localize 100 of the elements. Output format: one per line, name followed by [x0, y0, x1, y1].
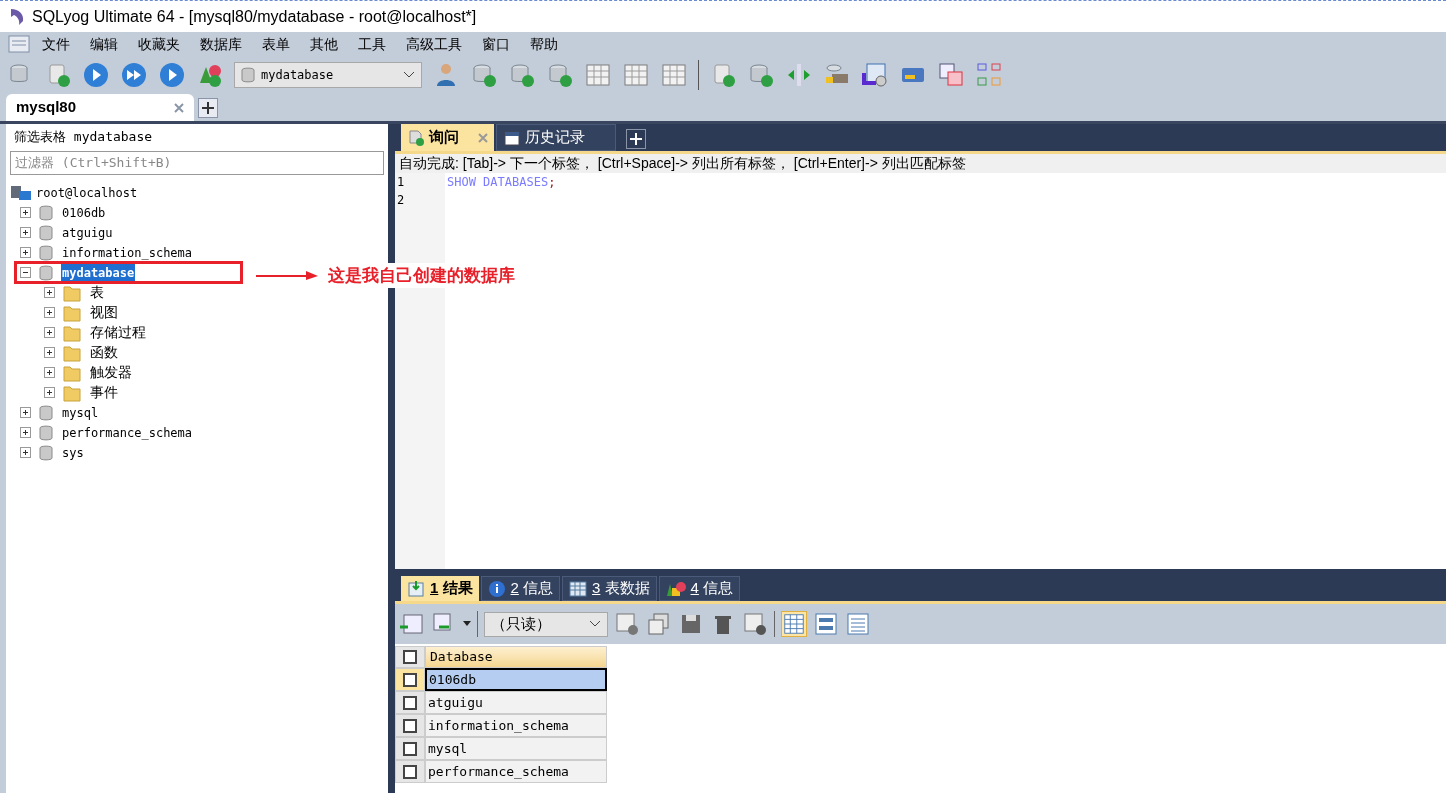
- menu-item[interactable]: 帮助: [522, 33, 566, 55]
- tables-icon[interactable]: [937, 61, 965, 89]
- menu-item[interactable]: 其他: [302, 33, 346, 55]
- table-icon: [569, 579, 588, 598]
- tree-item[interactable]: performance_schema: [61, 423, 194, 442]
- filter-field[interactable]: 过滤器 (Ctrl+Shift+B): [10, 150, 384, 175]
- server-icon: [10, 183, 32, 202]
- query-tab[interactable]: 历史记录: [496, 124, 616, 151]
- window-title: SQLyog Ultimate 64 - [mysql80/mydatabase - root@localhost*]: [32, 6, 477, 27]
- checkbox[interactable]: [403, 695, 417, 710]
- tree-item[interactable]: 函数: [89, 342, 119, 363]
- tree-root[interactable]: root@localhost: [36, 183, 138, 202]
- expand-icon[interactable]: [20, 407, 31, 418]
- folder-icon: [63, 363, 81, 382]
- folder-icon: [63, 343, 81, 362]
- close-icon[interactable]: [174, 102, 184, 113]
- add-tab-button[interactable]: [626, 129, 646, 149]
- tree-item[interactable]: 视图: [89, 302, 119, 323]
- mode-dropdown[interactable]: （只读）: [484, 611, 608, 637]
- execute-edit-icon[interactable]: [158, 61, 186, 89]
- tree-item[interactable]: sys: [61, 443, 85, 462]
- database-icon: [39, 444, 53, 461]
- database-icon: [39, 424, 53, 441]
- expand-icon[interactable]: [20, 447, 31, 458]
- execute-icon[interactable]: [82, 61, 110, 89]
- row-header[interactable]: [395, 760, 425, 783]
- table-cell[interactable]: mysql: [425, 737, 607, 760]
- database-icon: [39, 404, 53, 421]
- checkbox[interactable]: [403, 672, 417, 687]
- table-cell[interactable]: information_schema: [425, 714, 607, 737]
- result-tab[interactable]: 3 表数据: [562, 576, 657, 601]
- sql-keyword: SHOW DATABASES: [447, 175, 549, 189]
- database-dropdown[interactable]: mydatabase: [234, 62, 422, 88]
- tree-item[interactable]: 事件: [89, 382, 119, 403]
- add-tab-button[interactable]: [198, 98, 218, 118]
- menu-item[interactable]: 高级工具: [398, 33, 470, 55]
- tree-item[interactable]: mysql: [61, 403, 100, 422]
- connection-tab[interactable]: mysql80: [6, 94, 194, 121]
- execute-all-icon[interactable]: [120, 61, 148, 89]
- menu-item[interactable]: 数据库: [192, 33, 250, 55]
- expand-icon[interactable]: [44, 387, 55, 398]
- expand-icon[interactable]: [44, 327, 55, 338]
- menu-item[interactable]: 工具: [350, 33, 394, 55]
- column-header[interactable]: Database: [425, 646, 607, 668]
- database-icon: [39, 244, 53, 261]
- result-tab[interactable]: 4 信息: [658, 576, 741, 601]
- expand-icon[interactable]: [20, 227, 31, 238]
- text-view-icon[interactable]: [845, 611, 871, 637]
- database-icon: [39, 264, 53, 281]
- expand-icon[interactable]: [44, 367, 55, 378]
- collapse-icon[interactable]: [20, 267, 31, 278]
- checkbox[interactable]: [403, 741, 417, 756]
- table-cell[interactable]: atguigu: [425, 691, 607, 714]
- database-icon: [241, 67, 255, 83]
- close-icon[interactable]: [478, 132, 488, 143]
- chevron-icon: [403, 71, 415, 79]
- tree-item[interactable]: 触发器: [89, 362, 133, 383]
- calendar-icon: [503, 128, 521, 147]
- line-number: 2: [396, 192, 406, 209]
- row-header[interactable]: [395, 691, 425, 714]
- caret-icon[interactable]: [463, 621, 471, 627]
- checkbox[interactable]: [403, 764, 417, 779]
- tree-item[interactable]: 存储过程: [89, 322, 147, 343]
- sql-punctuation: ;: [548, 175, 556, 189]
- row-header[interactable]: [395, 668, 425, 691]
- expand-icon[interactable]: [20, 247, 31, 258]
- autocomplete-hint: 自动完成: [Tab]-> 下一个标签， [Ctrl+Space]-> 列出所有标签， [Ctrl+Enter]-> 列出匹配标签: [395, 154, 1446, 173]
- tree-item[interactable]: information_schema: [61, 243, 194, 262]
- folder-icon: [63, 283, 81, 302]
- menu-item[interactable]: 编辑: [82, 33, 126, 55]
- expand-icon[interactable]: [20, 207, 31, 218]
- expand-icon[interactable]: [20, 427, 31, 438]
- menu-item[interactable]: 窗口: [474, 33, 518, 55]
- query-tab[interactable]: 询问: [401, 124, 494, 151]
- plus-icon: [630, 133, 642, 145]
- result-tab[interactable]: 1 结果: [401, 576, 479, 601]
- checkbox[interactable]: [403, 650, 417, 664]
- copy-icon[interactable]: [646, 611, 672, 637]
- table-cell[interactable]: 0106db: [425, 668, 607, 691]
- row-header[interactable]: [395, 714, 425, 737]
- menu-item[interactable]: 表单: [254, 33, 298, 55]
- form-view-icon[interactable]: [813, 611, 839, 637]
- line-number: 1: [396, 174, 406, 191]
- tree-item[interactable]: 表: [89, 282, 105, 303]
- tree-item[interactable]: atguigu: [61, 223, 114, 242]
- menu-item[interactable]: 收藏夹: [130, 33, 188, 55]
- result-tab[interactable]: 2 信息: [480, 576, 561, 601]
- info-icon: [487, 579, 506, 598]
- tree-item[interactable]: 0106db: [61, 203, 107, 222]
- query-icon: [407, 128, 425, 147]
- expand-icon[interactable]: [44, 347, 55, 358]
- filter-label: 筛选表格 mydatabase: [13, 128, 154, 147]
- table-cell[interactable]: performance_schema: [425, 760, 607, 783]
- grid-view-icon[interactable]: [781, 611, 807, 637]
- checkbox[interactable]: [403, 718, 417, 733]
- row-header[interactable]: [395, 737, 425, 760]
- menu-item[interactable]: 文件: [34, 33, 78, 55]
- database-icon: [39, 224, 53, 241]
- expand-icon[interactable]: [44, 307, 55, 318]
- expand-icon[interactable]: [44, 287, 55, 298]
